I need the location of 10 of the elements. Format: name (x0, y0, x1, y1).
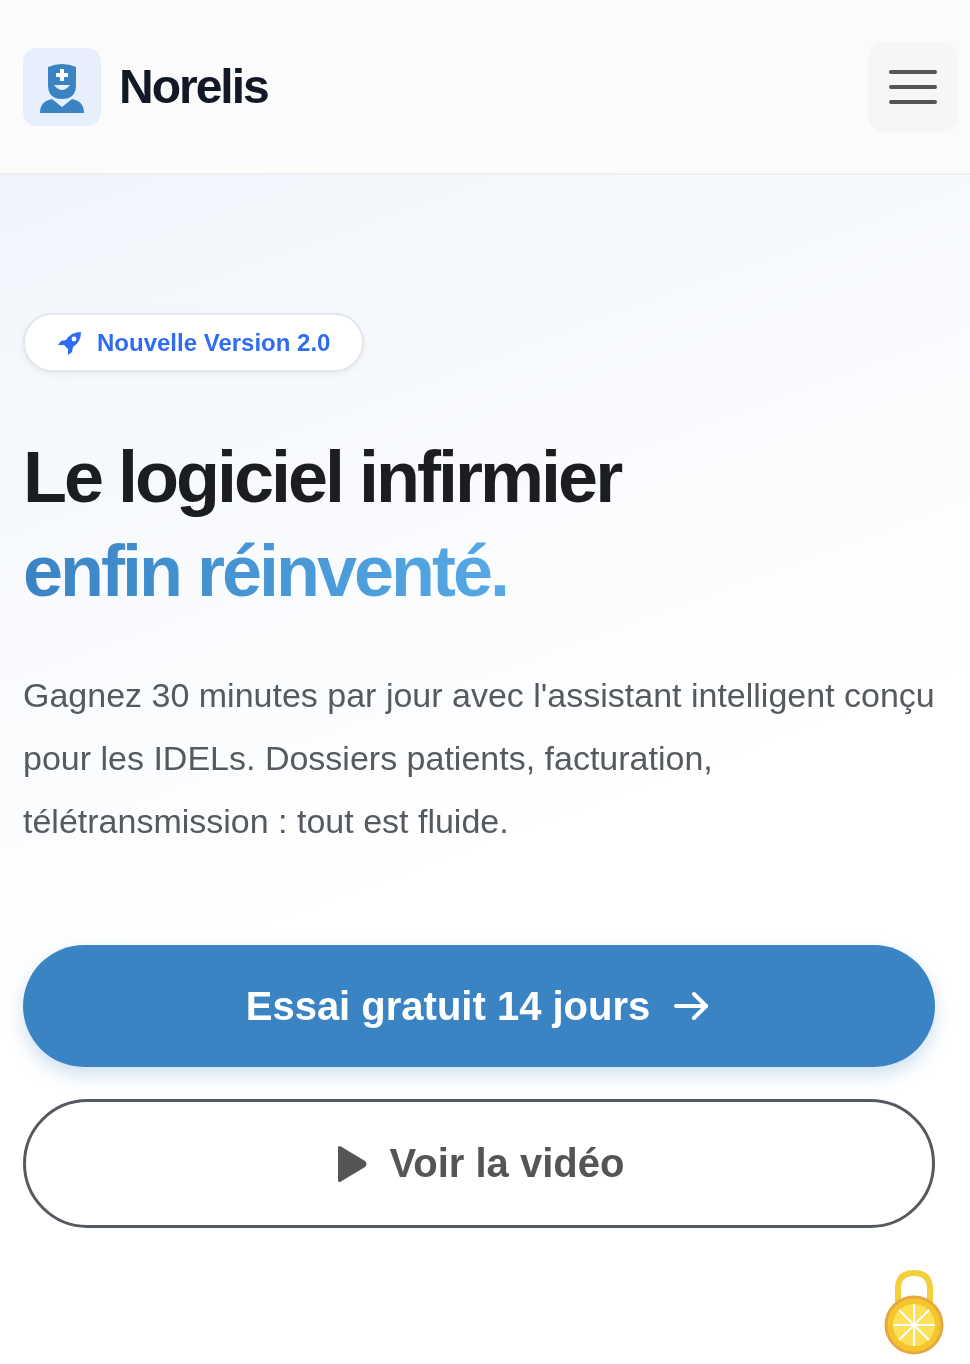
video-button[interactable]: Voir la vidéo (23, 1099, 935, 1228)
free-trial-button[interactable]: Essai gratuit 14 jours (23, 945, 935, 1067)
rocket-icon (57, 329, 83, 356)
menu-button[interactable] (868, 41, 958, 132)
intro-paragraph: Gagnez 30 minutes par jour avec l'assistant intelligent conçu pour les IDELs. Dossiers patients, facturation, télétransmission : tout est fluide. (23, 675, 935, 842)
menu-icon (889, 68, 937, 105)
headline: Le logiciel infirmier (23, 436, 622, 519)
badge-label: Nouvelle Version 2.0 (97, 328, 331, 357)
brand-name[interactable]: Norelis (119, 59, 268, 114)
logo-icon (23, 47, 101, 126)
